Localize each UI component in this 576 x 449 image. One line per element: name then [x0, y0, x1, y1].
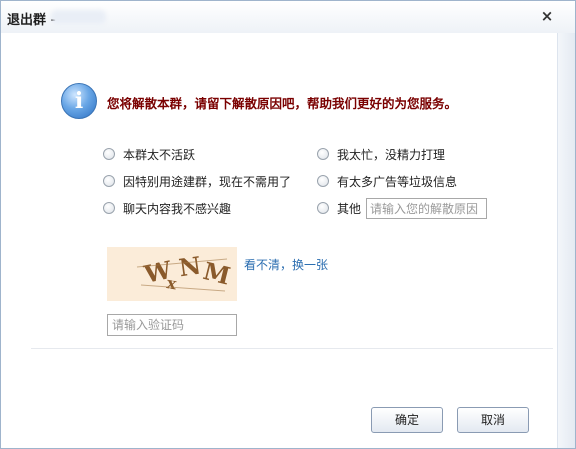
captcha-glyphs: W x N M	[136, 250, 233, 294]
reason-option-inactive[interactable]: 本群太不活跃	[103, 146, 195, 162]
reason-option-too-busy[interactable]: 我太忙，没精力打理	[317, 146, 445, 162]
reason-label: 其他	[337, 201, 362, 216]
reason-label: 聊天内容我不感兴趣	[123, 201, 232, 216]
reason-label: 本群太不活跃	[123, 147, 196, 162]
info-icon: i	[61, 83, 97, 119]
reason-option-other[interactable]: 其他	[317, 200, 361, 216]
reason-option-spam[interactable]: 有太多广告等垃圾信息	[317, 173, 457, 189]
other-reason-input[interactable]	[366, 198, 487, 219]
radio-button[interactable]	[103, 175, 115, 187]
cancel-button[interactable]: 取消	[457, 407, 529, 433]
captcha-image: W x N M	[107, 247, 237, 301]
captcha-char: N	[177, 250, 203, 282]
refresh-captcha-link[interactable]: 看不清，换一张	[244, 256, 328, 273]
dialog-side-strip	[557, 33, 575, 448]
reason-option-not-interested[interactable]: 聊天内容我不感兴趣	[103, 200, 231, 216]
dialog-title: 退出群 -	[7, 13, 56, 28]
reason-label: 有太多广告等垃圾信息	[337, 174, 458, 189]
reason-label: 我太忙，没精力打理	[337, 147, 446, 162]
radio-button[interactable]	[317, 202, 329, 214]
dialog-titlebar: 退出群 - ×	[1, 1, 575, 33]
blurred-group-name	[51, 10, 106, 24]
reason-option-no-longer-needed[interactable]: 因特别用途建群，现在不需用了	[103, 173, 291, 189]
radio-button[interactable]	[317, 148, 329, 160]
disband-group-dialog: 退出群 - × i 您将解散本群，请留下解散原因吧，帮助我们更好的为您服务。 本…	[0, 0, 576, 449]
radio-button[interactable]	[103, 202, 115, 214]
disband-notice-text: 您将解散本群，请留下解散原因吧，帮助我们更好的为您服务。	[107, 96, 458, 111]
radio-button[interactable]	[317, 175, 329, 187]
reason-label: 因特别用途建群，现在不需用了	[123, 174, 292, 189]
radio-button[interactable]	[103, 148, 115, 160]
captcha-char: x	[165, 273, 178, 293]
footer-divider	[31, 348, 553, 349]
info-icon-glyph: i	[74, 88, 84, 114]
confirm-button[interactable]: 确定	[371, 407, 443, 433]
close-icon[interactable]: ×	[538, 7, 556, 25]
verify-code-input[interactable]	[107, 314, 237, 336]
